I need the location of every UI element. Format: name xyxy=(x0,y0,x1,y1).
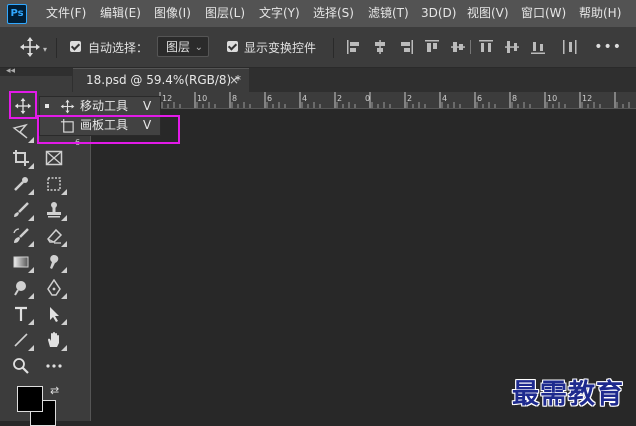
menu-image[interactable]: 图像(I) xyxy=(154,0,191,27)
frame-icon xyxy=(45,150,63,166)
history-brush-tool[interactable] xyxy=(9,224,34,248)
object-select-tool[interactable] xyxy=(42,172,67,196)
chevron-down-icon: ⌄ xyxy=(194,42,203,53)
eyedropper-tool[interactable] xyxy=(9,172,34,196)
align-left-icon[interactable] xyxy=(347,40,361,54)
menu-select[interactable]: 选择(S) xyxy=(313,0,354,27)
document-tab-bar: 18.psd @ 59.4%(RGB/8) * × xyxy=(0,68,636,92)
more-options-icon[interactable]: ••• xyxy=(594,40,622,54)
ruler-label: 12 xyxy=(582,94,593,103)
ruler-label: 2 xyxy=(337,94,343,103)
ruler-label: 4 xyxy=(442,94,448,103)
ruler-label: 0 xyxy=(365,94,371,103)
dropdown-value: 图层 xyxy=(166,40,191,54)
document-tab-title: 18.psd @ 59.4%(RGB/8) * xyxy=(86,73,242,87)
gradient-tool[interactable] xyxy=(9,250,34,274)
pen-tool[interactable] xyxy=(42,276,67,300)
ruler-label: 10 xyxy=(197,94,208,103)
zoom-tool[interactable] xyxy=(9,354,33,378)
line-tool[interactable] xyxy=(9,328,34,352)
type-tool[interactable] xyxy=(9,302,34,326)
auto-select-checkbox[interactable] xyxy=(70,41,81,52)
crop-tool[interactable] xyxy=(9,146,34,170)
align-right-icon[interactable] xyxy=(399,40,413,54)
show-transform-controls-label: 显示变换控件 xyxy=(244,41,317,55)
options-bar: ▾ 自动选择： 图层 ⌄ 显示变换控件 ••• xyxy=(0,27,636,68)
flyout-item-label: 移动工具 xyxy=(80,99,129,113)
divider xyxy=(333,38,334,58)
ruler-label: 6 xyxy=(267,94,273,103)
menu-file[interactable]: 文件(F) xyxy=(46,0,86,27)
dodge-tool[interactable] xyxy=(9,276,34,300)
path-selection-tool[interactable] xyxy=(42,302,67,326)
show-transform-controls-checkbox[interactable] xyxy=(227,41,238,52)
align-vertical-center-icon[interactable] xyxy=(451,40,465,54)
ruler-label: 4 xyxy=(302,94,308,103)
collapse-panel-icon[interactable]: ◂◂ xyxy=(6,66,15,76)
frame-tool[interactable] xyxy=(42,146,66,170)
flyout-item-shortcut: V xyxy=(143,99,152,113)
flyout-item-move[interactable]: 移动工具 V xyxy=(40,97,160,116)
menu-type[interactable]: 文字(Y) xyxy=(259,0,300,27)
highlight-artboard-tool xyxy=(37,115,180,144)
ruler-label: 10 xyxy=(547,94,558,103)
swap-colors-icon[interactable]: ⇄ xyxy=(50,384,59,397)
divider xyxy=(470,40,471,54)
menu-window[interactable]: 窗口(W) xyxy=(521,0,566,27)
move-icon[interactable] xyxy=(19,36,41,58)
more-tools-icon xyxy=(46,364,62,368)
edit-toolbar-button[interactable] xyxy=(42,354,66,378)
eraser-tool[interactable] xyxy=(42,224,67,248)
distribute-vertical-center-icon[interactable] xyxy=(505,40,519,54)
menu-3d[interactable]: 3D(D) xyxy=(421,0,456,27)
distribute-top-icon[interactable] xyxy=(479,40,493,54)
foreground-color-swatch[interactable] xyxy=(17,386,43,412)
ruler-label: 8 xyxy=(232,94,238,103)
highlight-move-tool xyxy=(9,91,37,119)
menu-layer[interactable]: 图层(L) xyxy=(205,0,245,27)
auto-select-label: 自动选择： xyxy=(88,41,149,55)
move-icon xyxy=(60,99,75,114)
ruler-label: 2 xyxy=(407,94,413,103)
menu-edit[interactable]: 编辑(E) xyxy=(100,0,141,27)
close-icon[interactable]: × xyxy=(229,69,239,92)
menu-view[interactable]: 视图(V) xyxy=(467,0,509,27)
watermark: 最需教育 xyxy=(512,379,624,410)
active-indicator xyxy=(45,104,49,108)
clone-stamp-tool[interactable] xyxy=(42,198,67,222)
distribute-left-icon[interactable] xyxy=(563,40,577,54)
vertical-ruler: 6 xyxy=(72,108,91,421)
divider xyxy=(56,38,57,58)
menu-bar: Ps 文件(F) 编辑(E) 图像(I) 图层(L) 文字(Y) 选择(S) 滤… xyxy=(0,0,636,27)
distribute-bottom-icon[interactable] xyxy=(531,40,545,54)
brush-tool[interactable] xyxy=(9,198,34,222)
lasso-tool[interactable] xyxy=(9,120,34,144)
tool-preset-chevron-icon[interactable]: ▾ xyxy=(43,45,47,54)
auto-select-target-dropdown[interactable]: 图层 ⌄ xyxy=(157,36,209,57)
align-top-icon[interactable] xyxy=(425,40,439,54)
menu-filter[interactable]: 滤镜(T) xyxy=(368,0,409,27)
ruler-label: 6 xyxy=(477,94,483,103)
menu-help[interactable]: 帮助(H) xyxy=(579,0,621,27)
ruler-label: 8 xyxy=(512,94,518,103)
zoom-icon xyxy=(13,358,29,374)
photoshop-logo[interactable]: Ps xyxy=(7,4,27,24)
align-horizontal-center-icon[interactable] xyxy=(373,40,387,54)
hand-tool[interactable] xyxy=(42,328,67,352)
smudge-tool[interactable] xyxy=(42,250,67,274)
document-tab[interactable]: 18.psd @ 59.4%(RGB/8) * × xyxy=(73,68,249,92)
ruler-label: 12 xyxy=(162,94,173,103)
